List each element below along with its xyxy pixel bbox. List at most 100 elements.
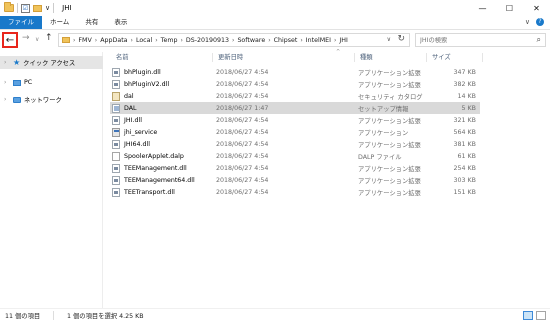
window-controls: — ☐ ✕: [469, 0, 550, 16]
file-size: 303 KB: [453, 176, 476, 184]
file-date: 2018/06/27 1:47: [216, 104, 269, 112]
file-name: bhPluginV2.dll: [124, 80, 170, 88]
expand-chevron-icon[interactable]: ›: [4, 79, 10, 86]
expand-chevron-icon[interactable]: ›: [4, 59, 10, 66]
file-row[interactable]: TEEManagement64.dll 2018/06/27 4:54 アプリケ…: [110, 174, 480, 186]
chevron-right-icon[interactable]: ›: [155, 37, 157, 44]
network-icon: [13, 96, 21, 103]
file-name: TEEManagement.dll: [124, 164, 187, 172]
recent-locations-dropdown-icon[interactable]: ∨: [35, 36, 39, 43]
file-date: 2018/06/27 4:54: [216, 140, 269, 148]
file-type: アプリケーション: [358, 129, 409, 137]
dll-file-icon: [112, 140, 120, 149]
nav-item-label: PC: [24, 79, 33, 86]
details-view-icon[interactable]: [523, 311, 533, 320]
expand-chevron-icon[interactable]: ›: [4, 96, 10, 103]
file-row[interactable]: bhPlugin.dll 2018/06/27 4:54 アプリケーション拡張 …: [110, 66, 480, 78]
file-size: 14 KB: [457, 92, 476, 100]
help-icon[interactable]: ?: [536, 18, 544, 26]
tab-view[interactable]: 表示: [106, 16, 135, 29]
file-size: 61 KB: [457, 152, 476, 160]
breadcrumb-intelmei[interactable]: IntelMEI: [306, 37, 331, 44]
file-row[interactable]: TEEManagement.dll 2018/06/27 4:54 アプリケーシ…: [110, 162, 480, 174]
chevron-right-icon[interactable]: ›: [232, 37, 234, 44]
breadcrumb-local[interactable]: Local: [136, 37, 152, 44]
file-size: 5 KB: [461, 104, 476, 112]
search-box[interactable]: ⌕: [415, 33, 546, 47]
search-input[interactable]: [420, 36, 532, 44]
nav-item-pc[interactable]: › PC: [0, 76, 103, 89]
column-divider[interactable]: [354, 53, 355, 62]
chevron-right-icon[interactable]: ›: [131, 37, 133, 44]
file-row[interactable]: JHI64.dll 2018/06/27 4:54 アプリケーション拡張 381…: [110, 138, 480, 150]
file-type: アプリケーション拡張: [358, 69, 421, 77]
nav-item-network[interactable]: › ネットワーク: [0, 93, 103, 106]
breadcrumb-jhi[interactable]: JHI: [339, 37, 347, 44]
file-size: 564 KB: [453, 128, 476, 136]
file-row[interactable]: dal 2018/06/27 4:54 セキュリティ カタログ 14 KB: [110, 90, 480, 102]
customize-toolbar-dropdown-icon[interactable]: ∨: [45, 4, 50, 12]
column-header-name[interactable]: 名前: [116, 52, 129, 63]
file-date: 2018/06/27 4:54: [216, 188, 269, 196]
column-header-type[interactable]: 種類: [360, 52, 373, 63]
file-type: DALP ファイル: [358, 153, 402, 161]
column-divider[interactable]: [482, 53, 483, 62]
chevron-right-icon[interactable]: ›: [268, 37, 270, 44]
file-row[interactable]: TEETransport.dll 2018/06/27 4:54 アプリケーショ…: [110, 186, 480, 198]
chevron-right-icon[interactable]: ›: [180, 37, 182, 44]
column-header-date[interactable]: 更新日時: [218, 52, 243, 63]
dll-file-icon: [112, 80, 120, 89]
status-divider: [53, 311, 67, 320]
maximize-icon[interactable]: ☐: [496, 0, 523, 16]
application-file-icon: [112, 128, 120, 137]
dll-file-icon: [112, 176, 120, 185]
window-title: JHI: [62, 4, 72, 12]
breadcrumb-fmv[interactable]: FMV: [78, 37, 91, 44]
file-date: 2018/06/27 4:54: [216, 80, 269, 88]
breadcrumb-temp[interactable]: Temp: [161, 37, 178, 44]
up-button[interactable]: ↑: [45, 33, 53, 43]
file-date: 2018/06/27 4:54: [216, 176, 269, 184]
nav-item-quick-access[interactable]: › ★ クイック アクセス: [0, 56, 103, 69]
breadcrumb-appdata[interactable]: AppData: [100, 37, 127, 44]
setup-info-file-icon: [112, 104, 120, 113]
chevron-right-icon[interactable]: ›: [95, 37, 97, 44]
file-row[interactable]: jhi_service 2018/06/27 4:54 アプリケーション 564…: [110, 126, 480, 138]
dll-file-icon: [112, 164, 120, 173]
large-icons-view-icon[interactable]: [536, 311, 546, 320]
file-row[interactable]: bhPluginV2.dll 2018/06/27 4:54 アプリケーション拡…: [110, 78, 480, 90]
address-dropdown-icon[interactable]: ∨: [387, 36, 391, 43]
column-divider[interactable]: [426, 53, 427, 62]
dll-file-icon: [112, 68, 120, 77]
tab-file[interactable]: ファイル: [0, 16, 42, 29]
nav-item-label: クイック アクセス: [23, 60, 76, 67]
minimize-icon[interactable]: —: [469, 0, 496, 16]
file-date: 2018/06/27 4:54: [216, 164, 269, 172]
breadcrumb-chipset[interactable]: Chipset: [274, 37, 298, 44]
address-bar[interactable]: › FMV › AppData › Local › Temp › DS-2019…: [58, 33, 410, 47]
expand-ribbon-icon[interactable]: ∨: [525, 18, 530, 26]
file-type: アプリケーション拡張: [358, 81, 421, 89]
back-button[interactable]: ←: [2, 32, 18, 48]
column-divider[interactable]: [212, 53, 213, 62]
tab-share[interactable]: 共有: [77, 16, 106, 29]
new-folder-icon[interactable]: [33, 4, 42, 12]
column-header-size[interactable]: サイズ: [432, 52, 451, 63]
chevron-right-icon[interactable]: ›: [300, 37, 302, 44]
star-icon: ★: [13, 58, 21, 67]
close-icon[interactable]: ✕: [523, 0, 550, 16]
file-date: 2018/06/27 4:54: [216, 116, 269, 124]
file-row[interactable]: SpoolerApplet.dalp 2018/06/27 4:54 DALP …: [110, 150, 480, 162]
file-size: 151 KB: [453, 188, 476, 196]
toolbar-divider: [17, 3, 18, 13]
chevron-right-icon[interactable]: ›: [334, 37, 336, 44]
refresh-icon[interactable]: ↻: [397, 34, 405, 44]
forward-button[interactable]: →: [22, 33, 30, 43]
breadcrumb-software[interactable]: Software: [237, 37, 265, 44]
properties-icon[interactable]: ☑: [21, 3, 30, 13]
file-row-selected[interactable]: DAL 2018/06/27 1:47 セットアップ情報 5 KB: [110, 102, 480, 114]
breadcrumb-ds-20190913[interactable]: DS-20190913: [186, 37, 229, 44]
file-row[interactable]: JHI.dll 2018/06/27 4:54 アプリケーション拡張 321 K…: [110, 114, 480, 126]
tab-home[interactable]: ホーム: [42, 16, 77, 29]
toolbar-divider: [53, 3, 55, 13]
